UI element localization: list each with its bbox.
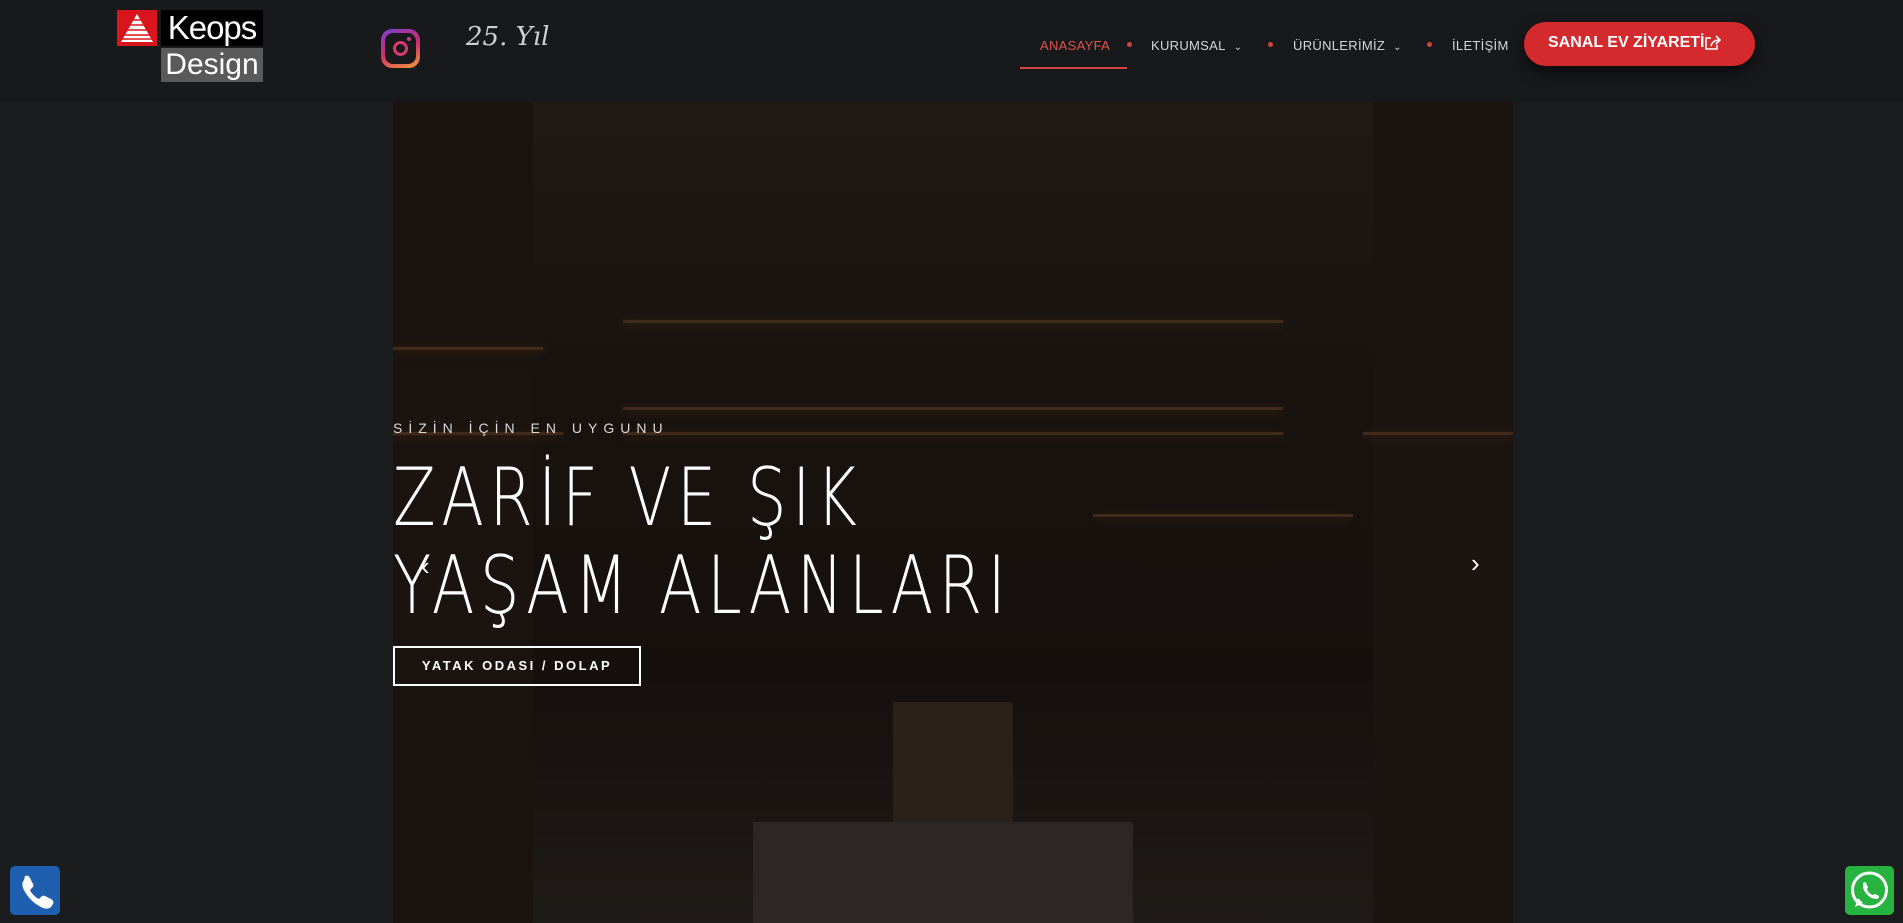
pyramid-logo-icon xyxy=(117,10,157,46)
anniversary-text: 25. Yıl xyxy=(466,22,550,52)
instagram-icon[interactable] xyxy=(381,29,420,68)
nav-separator-dot xyxy=(1427,42,1432,47)
chevron-down-icon: ⌄ xyxy=(1393,42,1402,53)
slider-next-arrow-icon[interactable]: › xyxy=(1471,550,1480,576)
nav-urunlerimiz[interactable]: ÜRÜNLERİMİZ ⌄ xyxy=(1293,36,1402,56)
keops-design-logo[interactable]: Keops Design xyxy=(117,10,263,82)
nav-label: ÜRÜNLERİMİZ xyxy=(1293,38,1386,53)
nav-separator-dot xyxy=(1268,42,1273,47)
hero-subtitle: SİZİN İÇİN EN UYGUNU xyxy=(393,420,669,436)
nav-separator-dot xyxy=(1127,42,1132,47)
nav-anasayfa[interactable]: ANASAYFA xyxy=(1040,36,1110,56)
nav-label: KURUMSAL xyxy=(1151,38,1226,53)
virtual-visit-button[interactable]: SANAL EV ZİYARETİ xyxy=(1524,22,1755,66)
share-icon xyxy=(1705,35,1722,50)
logo-text-design: Design xyxy=(161,48,263,82)
category-button[interactable]: YATAK ODASI / DOLAP xyxy=(393,646,641,686)
whatsapp-icon xyxy=(1851,871,1888,909)
nav-kurumsal[interactable]: KURUMSAL ⌄ xyxy=(1151,36,1242,56)
hero-title-line-2: YAŞAM ALANLARI xyxy=(393,539,1012,632)
phone-icon xyxy=(22,875,54,909)
phone-call-button[interactable] xyxy=(10,866,60,915)
active-nav-underline xyxy=(1020,67,1127,69)
nav-iletisim[interactable]: İLETİŞİM xyxy=(1452,36,1509,56)
whatsapp-button[interactable] xyxy=(1845,866,1894,915)
nav-label: ANASAYFA xyxy=(1040,38,1111,53)
virtual-visit-label: SANAL EV ZİYARETİ xyxy=(1548,34,1705,51)
logo-text-keops: Keops xyxy=(161,10,263,46)
site-header: Keops Design 25. Yıl ANASAYFA KURUMSAL ⌄ … xyxy=(0,0,1903,102)
chevron-down-icon: ⌄ xyxy=(1233,42,1243,53)
slider-prev-arrow-icon[interactable]: ‹ xyxy=(421,553,430,579)
hero-title-line-1: ZARİF VE ŞIK xyxy=(393,451,863,544)
nav-label: İLETİŞİM xyxy=(1452,38,1509,53)
